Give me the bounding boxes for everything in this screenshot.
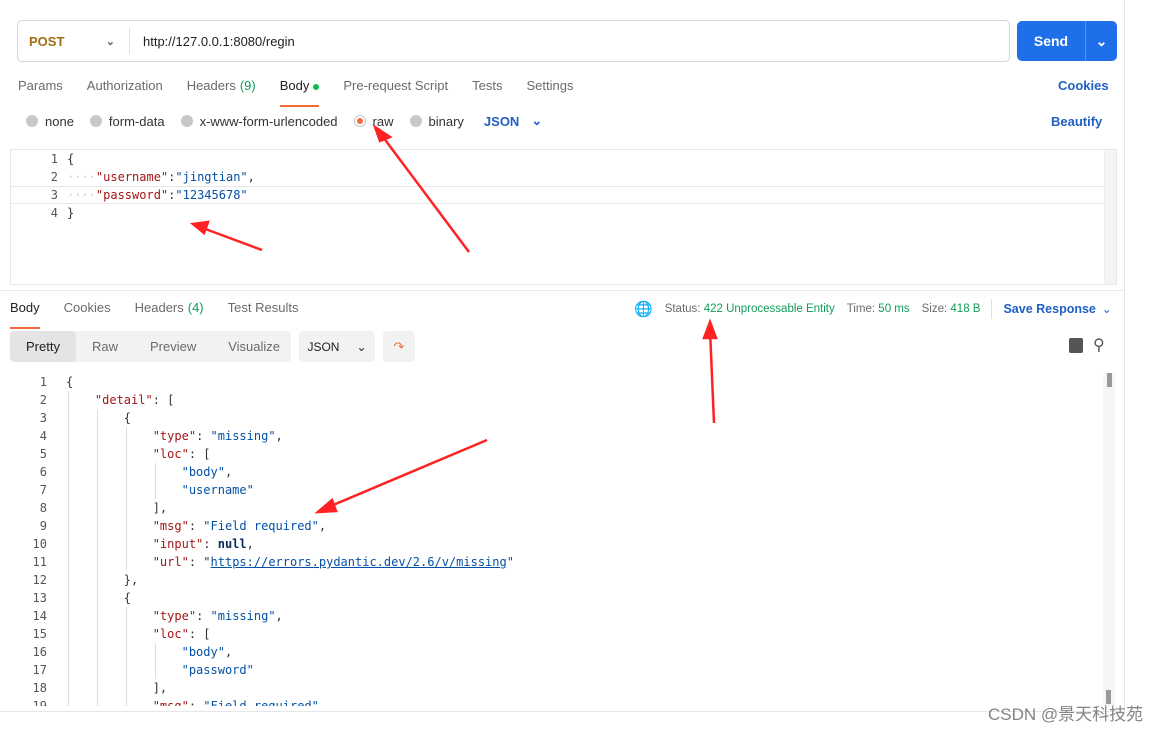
watermark: CSDN @景天科技苑	[988, 705, 1144, 724]
annotation-arrows	[189, 123, 718, 514]
arrowhead	[702, 318, 718, 340]
arrowhead	[189, 220, 210, 236]
arrow-line	[199, 225, 263, 252]
arrow-line	[325, 438, 488, 510]
arrow-line	[708, 329, 716, 424]
arrowhead	[372, 123, 393, 143]
arrowhead	[314, 497, 338, 514]
arrow-line	[378, 132, 471, 253]
